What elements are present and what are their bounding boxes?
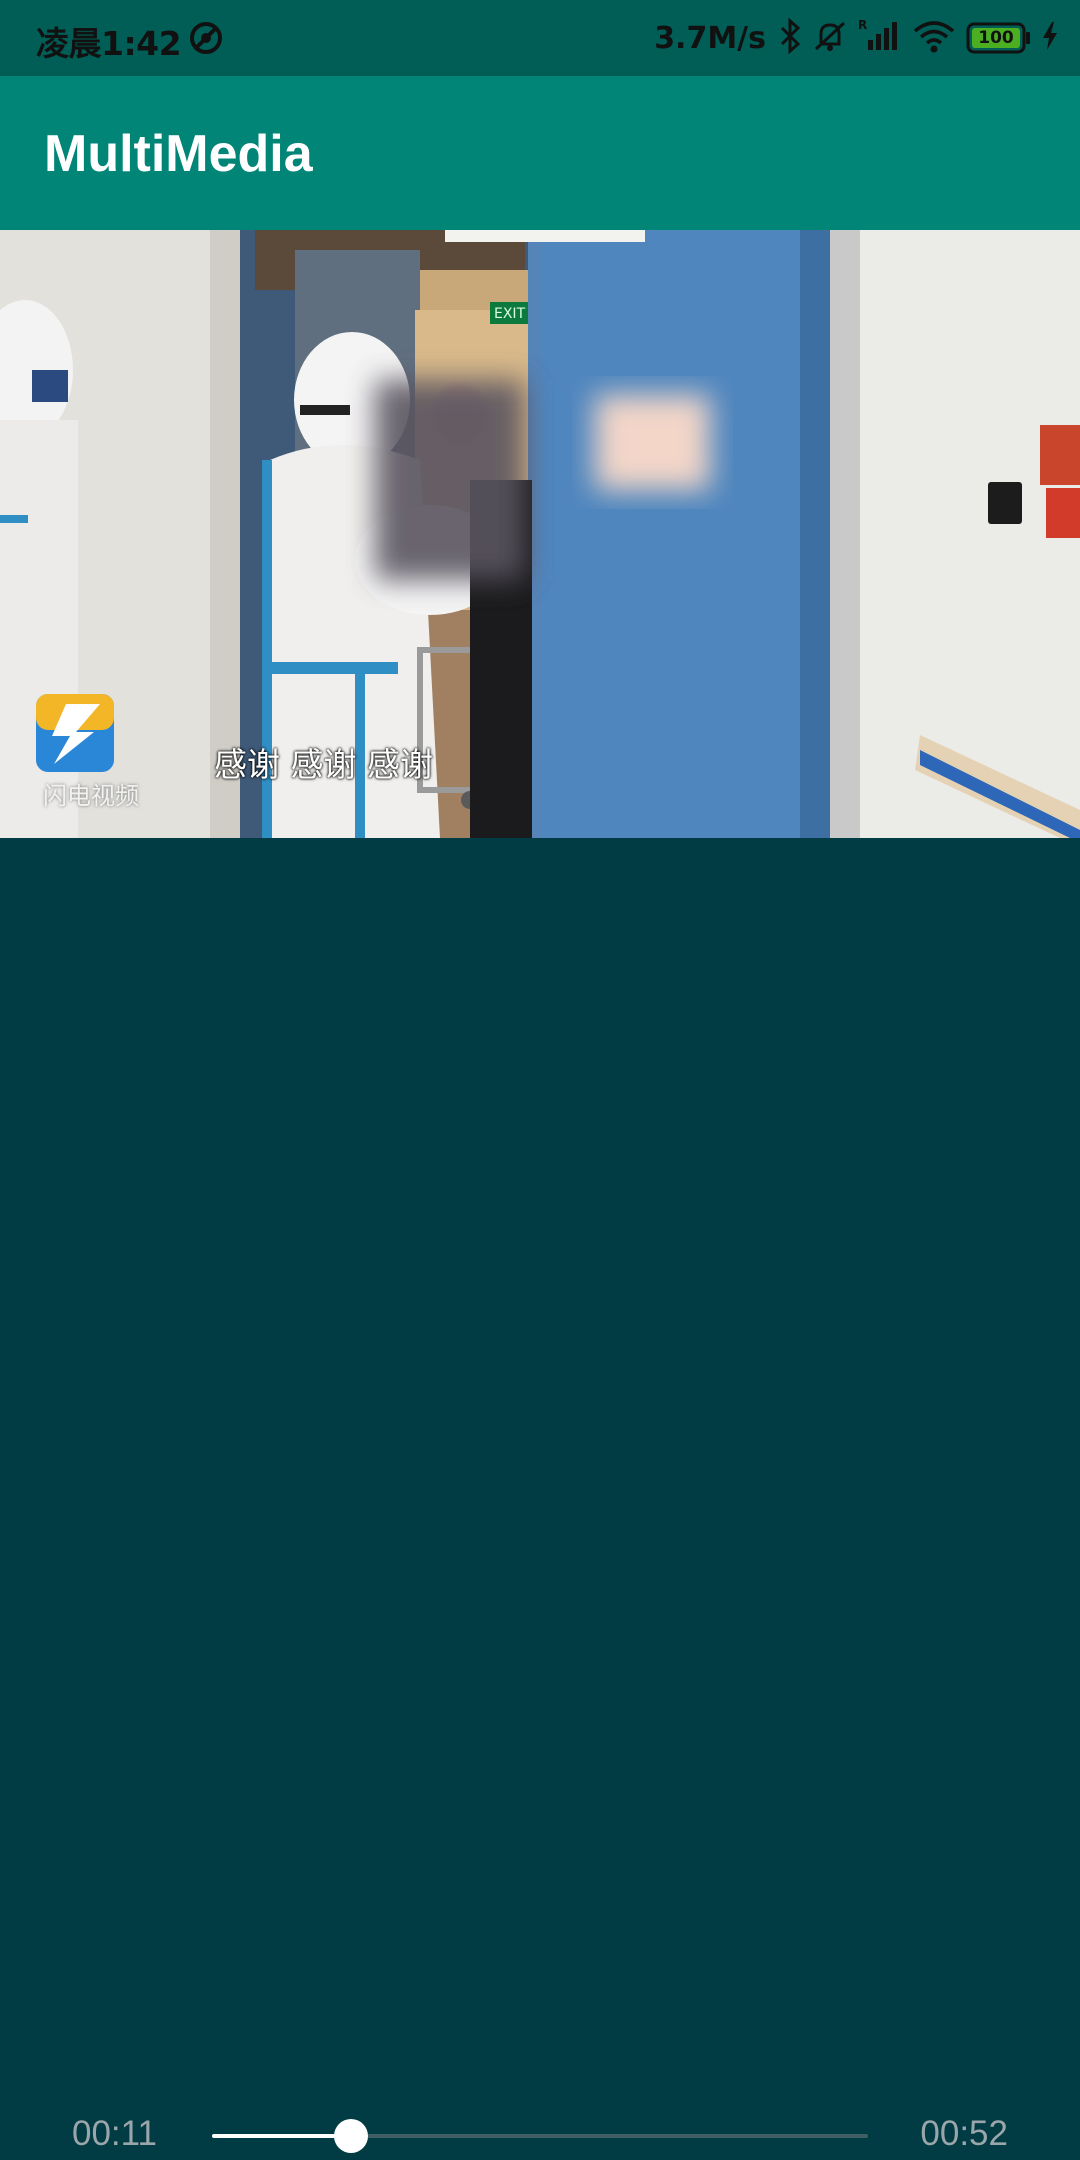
svg-text:R: R [858,18,867,32]
lightning-logo-icon [36,694,146,772]
battery-icon: 100 [966,22,1032,54]
wifi-icon [912,18,956,58]
battery-level: 100 [978,28,1014,48]
watermark-caption: 闪电视频 [43,782,139,810]
video-frame-image: EXIT [0,230,1080,838]
current-time: 00:11 [72,2114,157,2153]
app-title: MultiMedia [44,125,313,183]
video-watermark: 闪电视频 [36,694,146,811]
signal-icon: R [858,18,902,58]
seek-progress [212,2134,351,2138]
status-bar: 凌晨1:42 3.7M/s R 100 [0,0,1080,76]
bluetooth-icon [778,17,802,58]
status-time: 凌晨1:42 [36,24,182,63]
app-bar: MultiMedia [0,76,1080,230]
alarm-icon [188,20,224,60]
total-time: 00:52 [920,2114,1008,2153]
exit-sign-text: EXIT [494,306,526,322]
mute-icon [812,18,848,58]
seek-bar[interactable] [212,2119,868,2153]
player-controls: 00:11 00:52 [0,2100,1080,2160]
network-speed: 3.7M/s [654,20,766,56]
charging-icon [1042,21,1058,55]
video-subtitle: 感谢 感谢 感谢 [214,745,433,784]
status-icons: 3.7M/s R 100 [654,16,1058,60]
video-view[interactable]: EXIT 闪电视频 感谢 感谢 感谢 [0,230,1080,838]
seek-thumb[interactable] [333,2119,368,2153]
